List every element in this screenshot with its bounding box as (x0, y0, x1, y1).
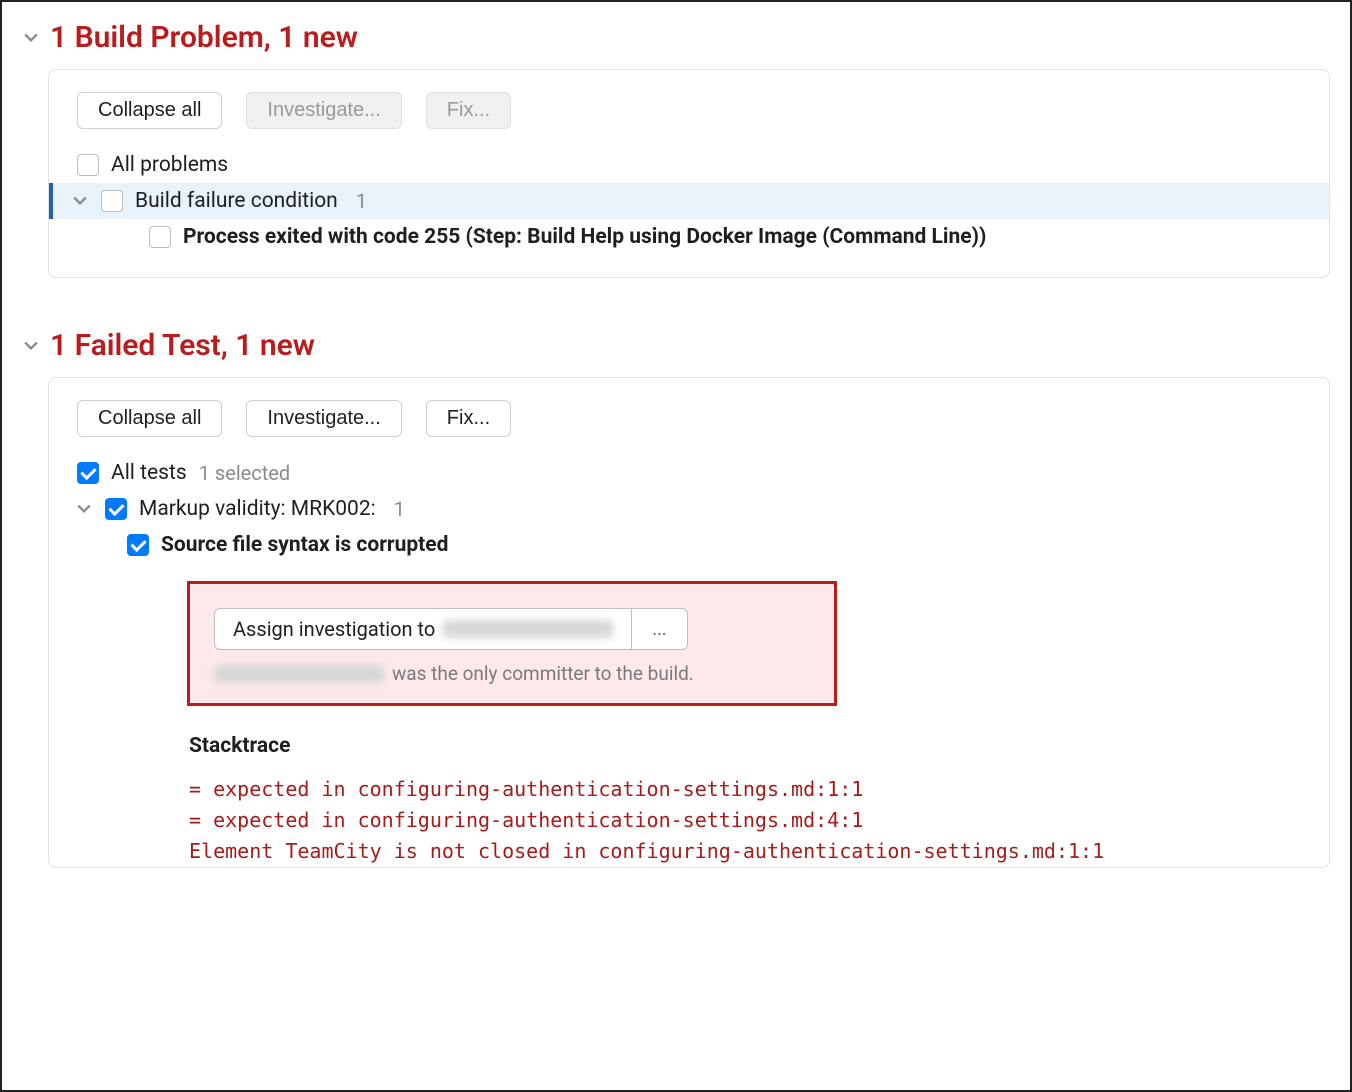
collapse-all-button[interactable]: Collapse all (77, 92, 222, 129)
all-tests-selected: 1 selected (199, 461, 291, 485)
redacted-user-name (443, 620, 613, 638)
all-problems-label: All problems (111, 153, 228, 177)
failed-tests-title: 1 Failed Test, 1 new (50, 328, 315, 363)
chevron-down-icon[interactable] (22, 337, 40, 355)
test-group-checkbox[interactable] (105, 498, 127, 520)
group-count: 1 (356, 189, 367, 213)
chevron-down-icon[interactable] (75, 500, 93, 518)
item-checkbox[interactable] (149, 226, 171, 248)
assign-prefix: Assign investigation to (233, 617, 435, 641)
all-tests-checkbox[interactable] (77, 462, 99, 484)
fix-button: Fix... (426, 92, 511, 129)
test-group-label: Markup validity: MRK002: (139, 497, 376, 521)
build-problems-panel: Collapse all Investigate... Fix... All p… (48, 69, 1330, 278)
assign-investigation-callout: Assign investigation to ... was the only… (187, 581, 837, 706)
stacktrace-content: = expected in configuring-authentication… (49, 768, 1329, 867)
group-label: Build failure condition (135, 189, 338, 213)
all-problems-checkbox[interactable] (77, 154, 99, 176)
failed-tests-panel: Collapse all Investigate... Fix... All t… (48, 377, 1330, 868)
chevron-down-icon[interactable] (22, 29, 40, 47)
investigate-button[interactable]: Investigate... (246, 400, 401, 437)
test-item-checkbox[interactable] (127, 534, 149, 556)
assign-sub-text: was the only committer to the build. (392, 662, 694, 685)
all-tests-label: All tests (111, 461, 187, 485)
test-group-count: 1 (394, 497, 405, 521)
collapse-all-button[interactable]: Collapse all (77, 400, 222, 437)
test-item-label: Source file syntax is corrupted (161, 533, 448, 557)
fix-button[interactable]: Fix... (426, 400, 511, 437)
group-checkbox[interactable] (101, 190, 123, 212)
build-problems-title: 1 Build Problem, 1 new (50, 20, 358, 55)
build-problem-item: Process exited with code 255 (Step: Buil… (183, 225, 986, 249)
chevron-down-icon[interactable] (71, 192, 89, 210)
redacted-user-name (214, 665, 384, 683)
assign-investigation-button[interactable]: Assign investigation to (215, 609, 631, 649)
stacktrace-heading: Stacktrace (49, 716, 1329, 768)
assign-more-button[interactable]: ... (631, 609, 686, 649)
investigate-button: Investigate... (246, 92, 401, 129)
